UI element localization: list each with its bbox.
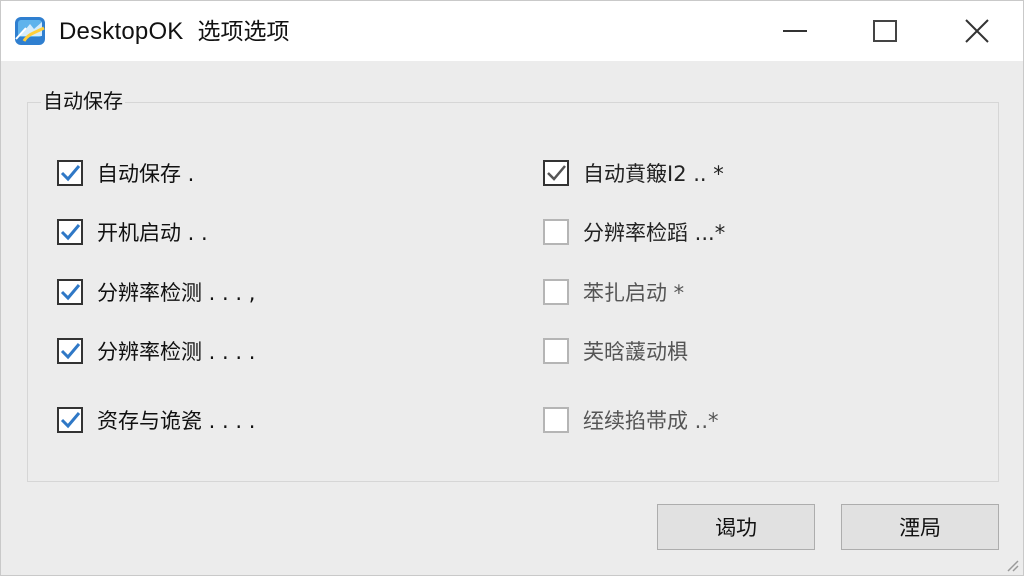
window-subtitle: 选项选项 bbox=[197, 19, 290, 45]
option-label: 苯扎启动 * bbox=[583, 281, 685, 305]
minimize-icon bbox=[783, 30, 807, 32]
checkmark-icon bbox=[60, 224, 81, 241]
option-label: 自动賁簸I2 .. * bbox=[583, 162, 724, 186]
option-label: 分辨率检测 . . . . bbox=[97, 340, 256, 364]
ok-button[interactable]: 谒功 bbox=[657, 504, 815, 550]
checkbox[interactable] bbox=[57, 338, 83, 364]
maximize-button[interactable] bbox=[839, 1, 931, 61]
checkbox[interactable] bbox=[543, 279, 569, 305]
option-right-2[interactable]: 分辨率检蹈 ...* bbox=[543, 215, 725, 249]
cancel-button[interactable]: 湮局 bbox=[841, 504, 999, 550]
checkbox[interactable] bbox=[57, 407, 83, 433]
option-label: 绖续掐帯成 ..* bbox=[583, 409, 719, 433]
option-right-1[interactable]: 自动賁簸I2 .. * bbox=[543, 156, 724, 190]
checkmark-icon bbox=[547, 165, 566, 181]
option-right-3[interactable]: 苯扎启动 * bbox=[543, 275, 684, 309]
option-right-5[interactable]: 绖续掐帯成 ..* bbox=[543, 403, 719, 437]
checkbox[interactable] bbox=[543, 407, 569, 433]
groupbox-label: 自动保存 bbox=[41, 87, 125, 115]
desktopok-app-icon bbox=[15, 17, 45, 45]
checkbox[interactable] bbox=[57, 219, 83, 245]
checkmark-icon bbox=[60, 165, 81, 182]
title-bar[interactable]: DesktopOK 选项选项 bbox=[1, 1, 1023, 61]
checkbox[interactable] bbox=[543, 338, 569, 364]
checkbox[interactable] bbox=[543, 219, 569, 245]
option-startup[interactable]: 开机启动 . . bbox=[57, 215, 208, 249]
checkbox[interactable] bbox=[57, 279, 83, 305]
checkmark-icon bbox=[60, 284, 81, 301]
option-resolution-detect-2[interactable]: 分辨率检测 . . . . bbox=[57, 334, 255, 368]
checkbox[interactable] bbox=[57, 160, 83, 186]
window-title: DesktopOK 选项选项 bbox=[59, 13, 290, 49]
minimize-button[interactable] bbox=[749, 1, 841, 61]
option-save-and-restore[interactable]: 资存与诡瓷 . . . . bbox=[57, 403, 255, 437]
option-label: 分辨率检蹈 ...* bbox=[583, 221, 726, 245]
resize-grip-icon[interactable] bbox=[1005, 558, 1019, 572]
close-button[interactable] bbox=[931, 1, 1023, 61]
option-label: 芙晗蘐动椇 bbox=[583, 340, 688, 364]
app-name: DesktopOK bbox=[59, 18, 184, 45]
maximize-icon bbox=[873, 20, 897, 42]
option-label: 资存与诡瓷 . . . . bbox=[97, 409, 256, 433]
checkbox[interactable] bbox=[543, 160, 569, 186]
options-dialog: DesktopOK 选项选项 自动保存 自动保存 . 开机启动 . . 分辨率检… bbox=[0, 0, 1024, 576]
option-label: 开机启动 . . bbox=[97, 221, 208, 245]
checkmark-icon bbox=[60, 412, 81, 429]
option-right-4[interactable]: 芙晗蘐动椇 bbox=[543, 334, 688, 368]
option-resolution-detect-1[interactable]: 分辨率检测 . . . , bbox=[57, 275, 255, 309]
option-label: 自动保存 . bbox=[97, 162, 195, 186]
checkmark-icon bbox=[60, 343, 81, 360]
close-icon bbox=[965, 19, 989, 43]
option-autosave[interactable]: 自动保存 . bbox=[57, 156, 194, 190]
option-label: 分辨率检测 . . . , bbox=[97, 281, 256, 305]
